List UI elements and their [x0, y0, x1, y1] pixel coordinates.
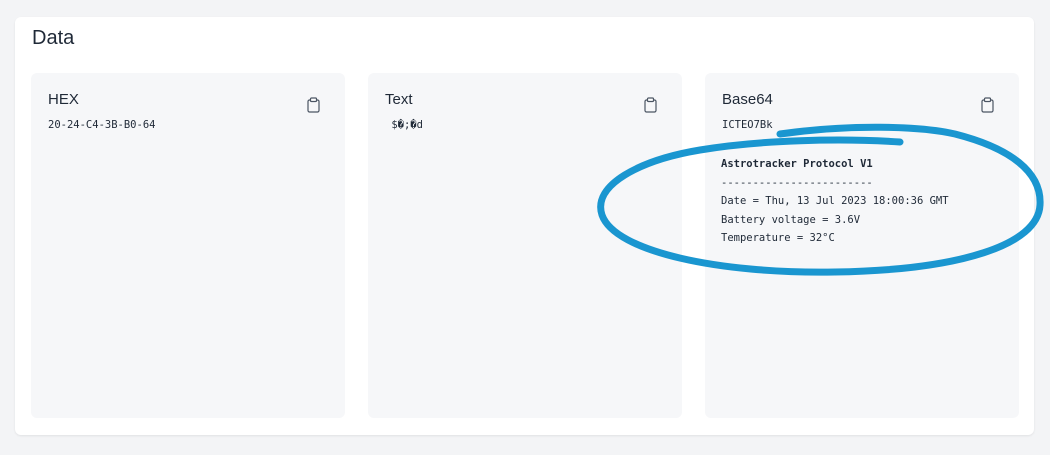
text-card-title: Text — [385, 91, 413, 108]
hex-card: HEX 20-24-C4-3B-B0-64 — [31, 73, 345, 418]
decoded-protocol: Astrotracker Protocol V1 ---------------… — [721, 155, 949, 248]
text-value: $�;�d — [385, 119, 423, 131]
base64-card-title: Base64 — [722, 91, 773, 108]
clipboard-icon[interactable] — [643, 97, 658, 113]
hex-value: 20-24-C4-3B-B0-64 — [48, 119, 156, 131]
hex-card-title: HEX — [48, 91, 79, 108]
decoded-separator: ------------------------ — [721, 176, 873, 189]
decoded-temperature: Temperature = 32°C — [721, 232, 835, 244]
decoded-date: Date = Thu, 13 Jul 2023 18:00:36 GMT — [721, 195, 949, 207]
decoded-battery: Battery voltage = 3.6V — [721, 213, 861, 226]
data-panel: Data HEX 20-24-C4-3B-B0-64 Text $�;�d Ba… — [15, 17, 1034, 435]
clipboard-icon[interactable] — [306, 97, 321, 113]
base64-value: ICTEO7Bk — [722, 119, 773, 131]
decoded-header: Astrotracker Protocol V1 — [721, 158, 873, 170]
clipboard-icon[interactable] — [980, 97, 995, 113]
text-card: Text $�;�d — [368, 73, 682, 418]
panel-title: Data — [32, 27, 75, 49]
base64-card: Base64 ICTEO7Bk Astrotracker Protocol V1… — [705, 73, 1019, 418]
